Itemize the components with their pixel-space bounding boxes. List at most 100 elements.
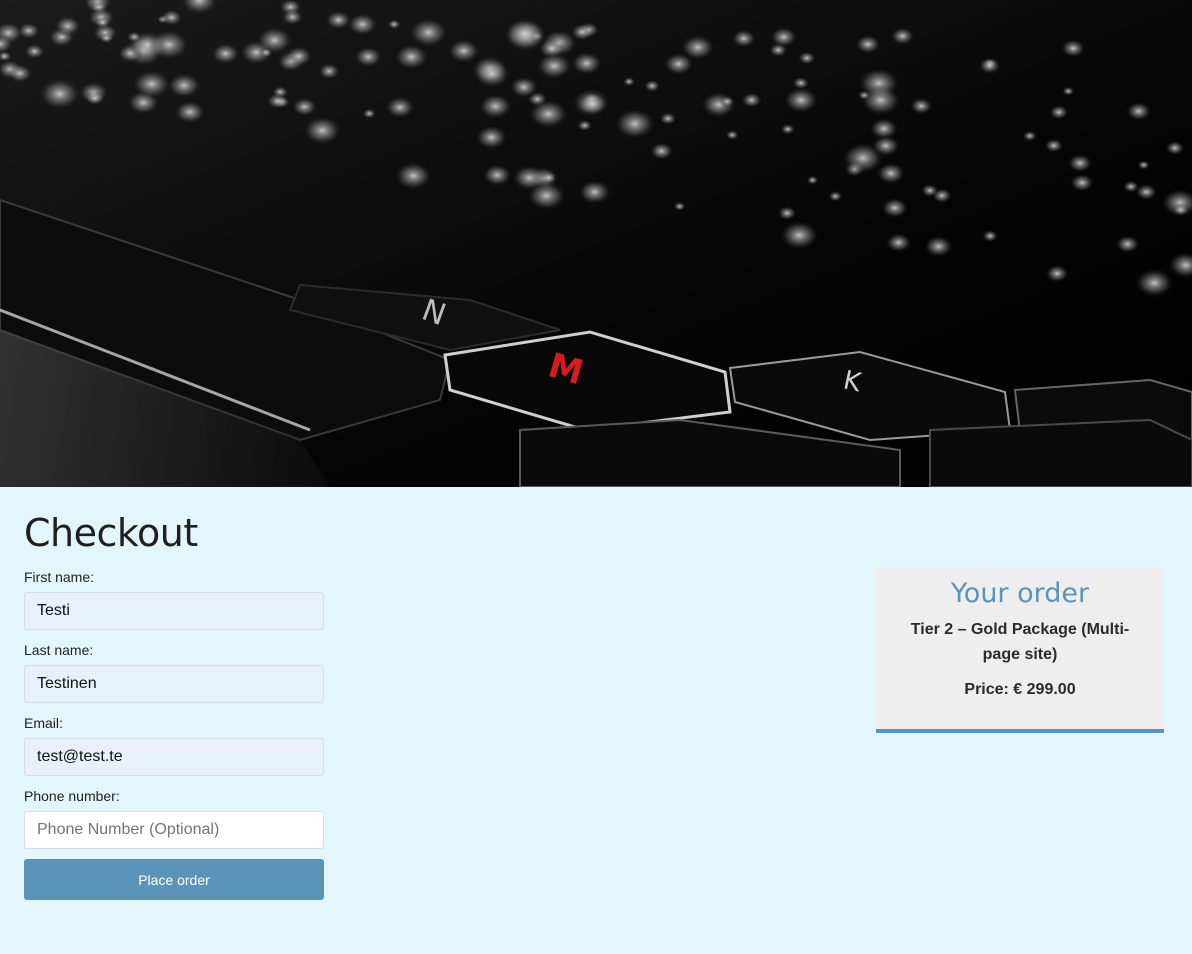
bokeh-light (857, 90, 871, 100)
first-name-label: First name: (24, 569, 95, 585)
bokeh-light (768, 42, 788, 58)
order-item-name: Tier 2 – Gold Package (Multi-page site) (910, 621, 1130, 663)
bokeh-light (854, 34, 882, 55)
checkout-form: First name: Last name: Email: Phone numb… (24, 569, 324, 900)
bokeh-light (613, 108, 656, 140)
bokeh-light (132, 69, 172, 99)
bokeh-light (302, 115, 342, 146)
bokeh-light (472, 59, 511, 89)
bokeh-light (387, 19, 402, 30)
last-name-label: Last name: (24, 642, 94, 658)
bokeh-light (126, 31, 142, 43)
bokeh-light (1060, 38, 1086, 58)
bokeh-light (1137, 160, 1151, 170)
bokeh-light (174, 100, 206, 124)
bokeh-light (346, 12, 378, 37)
bokeh-light (1061, 86, 1075, 96)
bokeh-light (353, 46, 383, 68)
hero-banner: N M K (0, 0, 1192, 487)
bokeh-light (1045, 264, 1070, 283)
bokeh-light (99, 32, 114, 44)
bokeh-light (393, 43, 429, 71)
bokeh-light (797, 51, 817, 65)
bokeh-light (478, 93, 513, 120)
bokeh-light (576, 119, 593, 132)
bokeh-light (291, 97, 318, 117)
bokeh-light (1044, 138, 1064, 153)
bokeh-light (920, 183, 939, 198)
bokeh-light (806, 175, 819, 185)
bokeh-light (890, 26, 915, 46)
bokeh-light (577, 92, 608, 115)
bokeh-light (166, 72, 202, 99)
bokeh-light (53, 15, 82, 37)
bokeh-light (880, 197, 909, 219)
bokeh-light (210, 42, 241, 65)
checkout-section: Checkout First name: Last name: Email: P… (0, 487, 1192, 954)
first-name-input[interactable] (24, 592, 324, 630)
bokeh-light (1172, 203, 1190, 217)
bokeh-light (570, 23, 594, 41)
bokeh-light (663, 52, 695, 76)
bokeh-light (7, 63, 33, 83)
bokeh-light (259, 47, 273, 58)
bokeh-light (362, 108, 377, 119)
bokeh-light (318, 62, 341, 80)
bokeh-light (160, 9, 183, 26)
bokeh-light (535, 52, 573, 80)
bokeh-light (719, 96, 735, 107)
bokeh-light (643, 79, 661, 93)
bokeh-light (509, 76, 539, 99)
bokeh-light (1125, 101, 1152, 122)
bokeh-light (777, 205, 797, 221)
bokeh-light (859, 84, 902, 117)
bokeh-light (1069, 173, 1095, 192)
bokeh-light (281, 8, 304, 26)
bokeh-light (1134, 268, 1175, 298)
bokeh-light (783, 86, 819, 114)
bokeh-light (725, 129, 739, 141)
bokeh-light (284, 45, 313, 67)
bokeh-light (266, 92, 289, 110)
bokeh-light (325, 10, 352, 30)
bokeh-light (24, 43, 45, 60)
bokeh-light (1122, 180, 1140, 193)
bokeh-light (38, 77, 82, 110)
bokeh-light (780, 123, 796, 135)
bokeh-light (731, 29, 757, 48)
bokeh-light (394, 161, 433, 191)
bokeh-light (923, 235, 954, 258)
bokeh-light (622, 76, 636, 87)
bokeh-light (779, 220, 820, 251)
bokeh-light (1115, 234, 1141, 254)
bokeh-light (475, 125, 508, 150)
bokeh-light (659, 111, 677, 126)
bokeh-light (981, 229, 999, 243)
email-label: Email: (24, 715, 63, 731)
phone-label: Phone number: (24, 788, 120, 804)
order-title: Your order (950, 578, 1090, 609)
bokeh-light (528, 98, 569, 130)
phone-input[interactable] (24, 811, 324, 849)
bokeh-light (85, 90, 105, 106)
email-input[interactable] (24, 738, 324, 776)
bokeh-light (570, 51, 603, 76)
last-name-input[interactable] (24, 665, 324, 703)
keyboard-photo: N M K (0, 0, 1192, 487)
bokeh-light (909, 97, 933, 115)
bokeh-light (1048, 104, 1069, 120)
bokeh-light (885, 232, 912, 253)
bokeh-light (384, 96, 416, 119)
bokeh-light (147, 29, 190, 61)
place-order-button[interactable]: Place order (24, 859, 324, 900)
order-summary: Your order Tier 2 – Gold Package (Multi-… (876, 567, 1164, 733)
bokeh-light (408, 17, 449, 48)
bokeh-light (673, 201, 686, 212)
bokeh-light (541, 171, 557, 184)
bokeh-light (447, 38, 481, 64)
bokeh-light (828, 190, 843, 202)
order-price: Price: € 299.00 (964, 681, 1076, 698)
bokeh-light (978, 57, 1002, 75)
bokeh-light (482, 163, 513, 187)
page-title: Checkout (24, 511, 198, 555)
